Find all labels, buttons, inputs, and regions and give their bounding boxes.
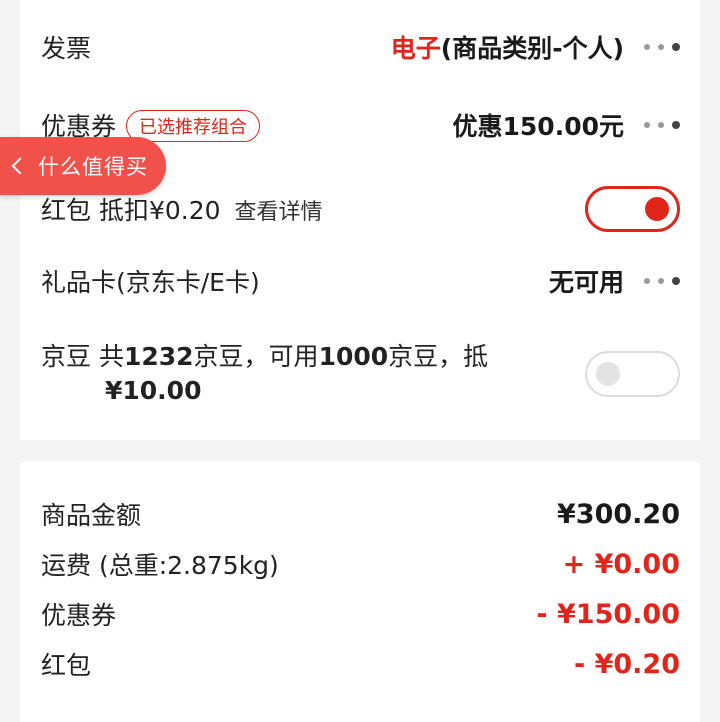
redpacket-label-group: 红包 抵扣¥0.20 查看详情 (41, 191, 323, 227)
summary-amount: - ¥0.20 (573, 648, 680, 680)
summary-row: 优惠券 - ¥150.00 (20, 592, 700, 636)
toggle-knob (645, 197, 669, 221)
summary-row: 运费 (总重:2.875kg) + ¥0.00 (20, 542, 700, 586)
more-dots-icon[interactable] (644, 276, 680, 286)
summary-label: 优惠券 (41, 601, 117, 630)
summary-amount: + ¥0.00 (562, 548, 680, 580)
summary-row: 红包 - ¥0.20 (20, 642, 700, 686)
more-dots-icon[interactable] (644, 42, 680, 52)
more-dots-icon[interactable] (644, 120, 680, 130)
jingdou-text: 京豆 共1232京豆，可用1000京豆，抵 ¥10.00 (41, 340, 488, 408)
giftcard-value: 无可用 (548, 268, 624, 297)
redpacket-label: 红包 抵扣¥0.20 (41, 196, 221, 225)
chevron-left-icon (11, 157, 29, 175)
price-summary-card: 商品金额 ¥300.20 运费 (总重:2.875kg) + ¥0.00 优惠券… (20, 462, 700, 722)
giftcard-label: 礼品卡(京东卡/E卡) (41, 268, 260, 297)
redpacket-toggle[interactable] (585, 186, 680, 232)
redpacket-detail-link[interactable]: 查看详情 (235, 200, 323, 225)
summary-row: 商品金额 ¥300.20 (20, 492, 700, 536)
jingdou-deduct-amount: ¥10.00 (105, 376, 202, 405)
invoice-row[interactable]: 发票 电子(商品类别-个人) (20, 22, 700, 72)
invoice-label: 发票 (41, 34, 92, 63)
coupon-value: 优惠150.00元 (452, 112, 624, 141)
summary-label: 红包 (41, 651, 92, 680)
coupon-badge: 已选推荐组合 (126, 109, 261, 142)
jingdou-toggle[interactable] (585, 351, 680, 397)
summary-label: 运费 (总重:2.875kg) (41, 551, 279, 580)
toggle-knob (596, 362, 620, 386)
summary-amount: ¥300.20 (557, 498, 680, 530)
smzdm-floating-tag[interactable]: 什么值得买 (0, 137, 166, 195)
summary-amount: - ¥150.00 (536, 598, 680, 630)
summary-label: 商品金额 (41, 501, 142, 530)
giftcard-row[interactable]: 礼品卡(京东卡/E卡) 无可用 (20, 256, 700, 306)
floating-tag-label: 什么值得买 (38, 155, 148, 179)
invoice-value: 电子(商品类别-个人) (390, 34, 624, 63)
order-options-card: 发票 电子(商品类别-个人) 优惠券 已选推荐组合 优惠150.00元 红包 抵扣… (20, 0, 700, 440)
